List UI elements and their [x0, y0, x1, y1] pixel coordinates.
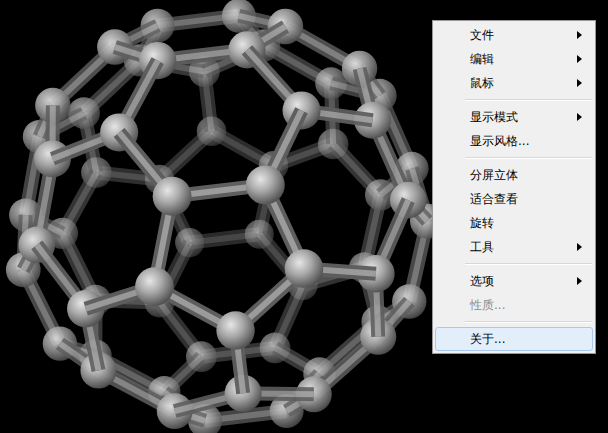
menu-item-label: 显示风格... [470, 133, 529, 149]
menu-item-label: 显示模式 [470, 109, 518, 125]
atom [135, 267, 174, 306]
menu-item[interactable]: 性质... [435, 293, 593, 317]
viewer-window: 文件编辑鼠标显示模式显示风格... 分屏立体适合查看旋转工具选项性质... 关于..… [0, 0, 608, 433]
submenu-arrow-icon [577, 55, 582, 63]
menu-item[interactable]: 选项 [435, 269, 593, 293]
menu-item[interactable]: 适合查看 [435, 187, 593, 211]
context-menu: 文件编辑鼠标显示模式显示风格... 分屏立体适合查看旋转工具选项性质... 关于..… [432, 20, 596, 354]
menu-item-label: 编辑 [470, 51, 494, 67]
submenu-arrow-icon [577, 243, 582, 251]
menu-item-label: 选项 [470, 273, 494, 289]
menu-item-label: 旋转 [470, 215, 494, 231]
menu-separator [435, 153, 593, 163]
menu-separator [435, 317, 593, 327]
menu-separator [435, 259, 593, 269]
menu-item-label: 文件 [470, 27, 494, 43]
menu-item-label: 关于... [470, 331, 505, 347]
menu-item[interactable]: 显示模式 [435, 105, 593, 129]
submenu-arrow-icon [577, 277, 582, 285]
submenu-arrow-icon [577, 79, 582, 87]
menu-item-label: 分屏立体 [470, 167, 518, 183]
atom [216, 311, 254, 349]
submenu-arrow-icon [577, 113, 582, 121]
menu-item[interactable]: 关于... [435, 327, 593, 351]
atom [246, 166, 285, 205]
menu-item-label: 性质... [470, 297, 505, 313]
submenu-arrow-icon [577, 31, 582, 39]
menu-item-label: 适合查看 [470, 191, 518, 207]
menu-item[interactable]: 旋转 [435, 211, 593, 235]
atom [153, 177, 192, 216]
menu-item-label: 鼠标 [470, 75, 494, 91]
menu-item[interactable]: 显示风格... [435, 129, 593, 153]
menu-item[interactable]: 工具 [435, 235, 593, 259]
menu-item[interactable]: 编辑 [435, 47, 593, 71]
menu-item-label: 工具 [470, 239, 494, 255]
menu-item[interactable]: 分屏立体 [435, 163, 593, 187]
atom [285, 249, 324, 288]
menu-item[interactable]: 鼠标 [435, 71, 593, 95]
menu-item[interactable]: 文件 [435, 23, 593, 47]
menu-separator [435, 95, 593, 105]
